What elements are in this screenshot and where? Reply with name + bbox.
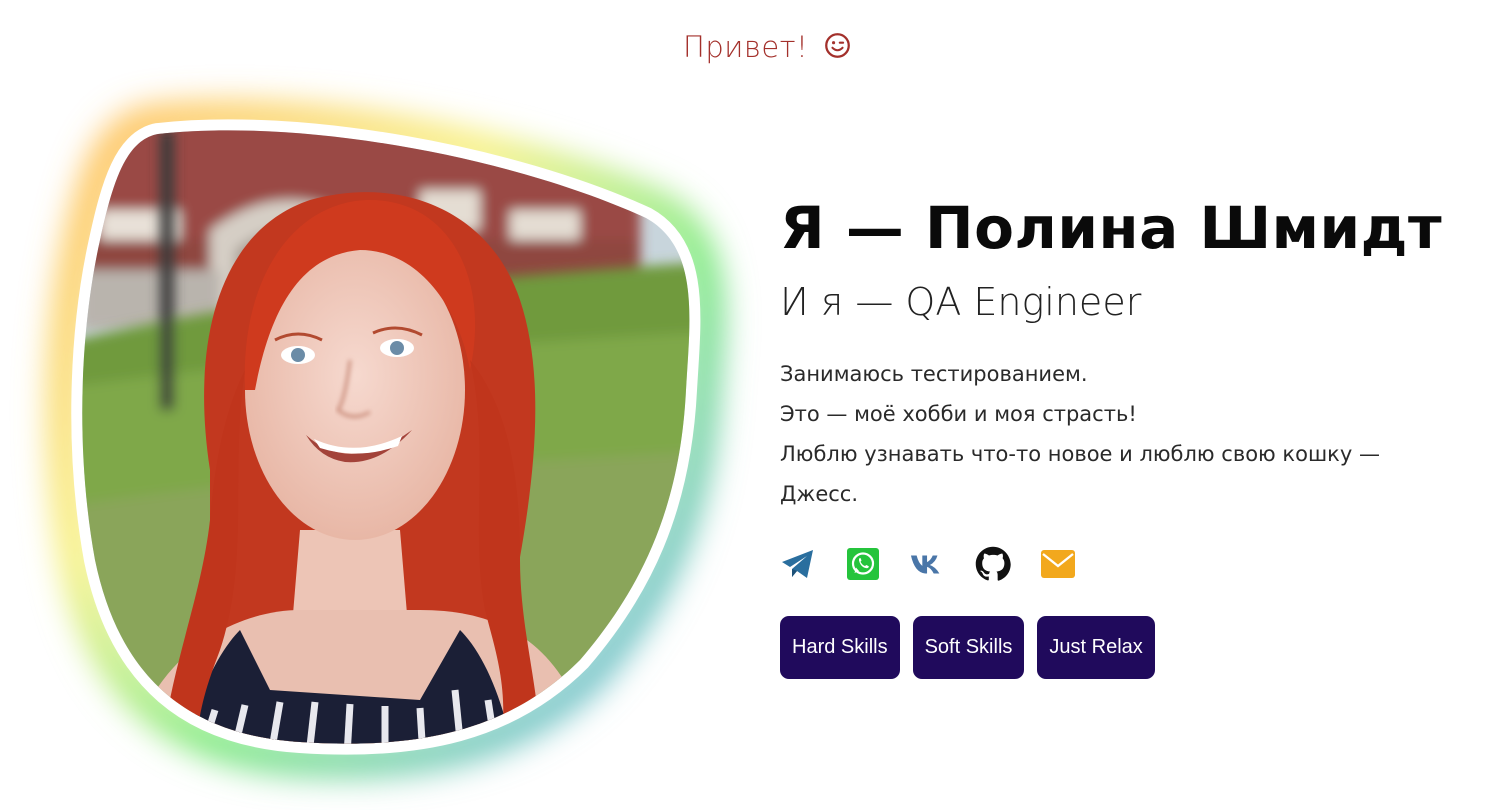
whatsapp-link[interactable] [845, 546, 881, 582]
greeting-text: Привет! [683, 30, 809, 64]
about-text: Занимаюсь тестированием. Это — моё хобби… [780, 354, 1460, 514]
about-line: Люблю узнавать что-то новое и люблю свою… [780, 442, 1380, 506]
telegram-icon [782, 550, 813, 578]
github-link[interactable] [975, 546, 1011, 582]
social-links [780, 546, 1480, 582]
mail-icon [1041, 550, 1075, 578]
page: Привет! Я — Полина Шмидт И я — QA Engine… [0, 0, 1492, 810]
soft-skills-button[interactable]: Soft Skills [912, 616, 1025, 679]
about-line: Это — моё хобби и моя страсть! [780, 402, 1137, 426]
just-relax-button[interactable]: Just Relax [1037, 616, 1155, 679]
telegram-link[interactable] [780, 546, 816, 582]
profile-info: Я — Полина Шмидт И я — QA Engineer Заним… [780, 190, 1480, 679]
email-link[interactable] [1040, 546, 1076, 582]
profile-photo [48, 102, 724, 777]
profile-name: Я — Полина Шмидт [780, 194, 1443, 262]
hard-skills-button[interactable]: Hard Skills [780, 616, 900, 679]
smile-wink-icon [824, 32, 851, 66]
skills-buttons: Hard Skills Soft Skills Just Relax [780, 616, 1480, 679]
profile-photo-frame [40, 90, 740, 800]
greeting: Привет! [0, 30, 1492, 66]
about-line: Занимаюсь тестированием. [780, 362, 1088, 386]
github-icon [975, 546, 1011, 581]
whatsapp-icon [847, 548, 879, 580]
vk-link[interactable] [910, 546, 946, 582]
profile-role: И я — QA Engineer [780, 280, 1142, 324]
vk-icon [910, 555, 940, 574]
